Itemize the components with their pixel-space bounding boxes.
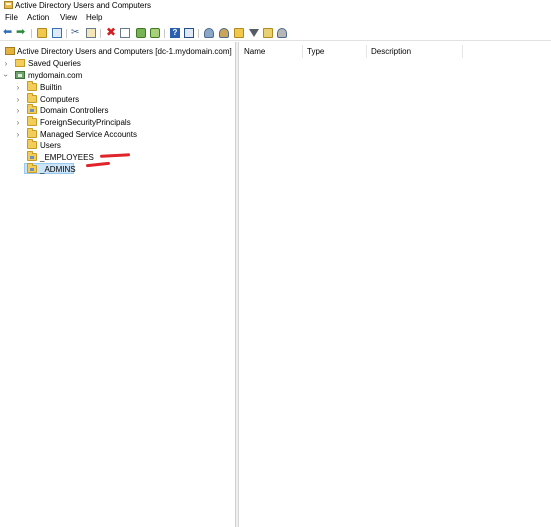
toolbar-separator [31, 29, 32, 38]
find-icon[interactable] [263, 28, 273, 38]
tree-item-managed-service-accounts[interactable]: › Managed Service Accounts [0, 128, 236, 140]
results-list[interactable]: Name Type Description [240, 42, 551, 527]
help-icon[interactable]: ? [170, 28, 180, 38]
tree-item-label: Users [40, 141, 61, 150]
tree-item-label: _ADMINS [40, 165, 76, 174]
toolbar-separator [164, 29, 165, 38]
add-to-group-icon[interactable] [277, 28, 287, 38]
copy-icon[interactable] [86, 28, 96, 38]
tree-item-builtin[interactable]: › Builtin [0, 81, 236, 93]
folder-icon [27, 116, 37, 126]
folder-icon [27, 128, 37, 138]
delete-icon[interactable]: ✖ [106, 26, 116, 38]
tree-item-label: _EMPLOYEES [40, 153, 94, 162]
folder-icon [15, 59, 25, 67]
toolbar-separator [66, 29, 67, 38]
tree-item-computers[interactable]: › Computers [0, 93, 236, 105]
menu-view[interactable]: View [60, 13, 77, 22]
tree-item-label: Computers [40, 95, 80, 104]
tree-item-label: Managed Service Accounts [40, 130, 137, 139]
column-header-description[interactable]: Description [371, 47, 411, 56]
chevron-right-icon[interactable]: › [14, 118, 22, 127]
console-icon[interactable] [184, 28, 194, 38]
tree-item-label: mydomain.com [28, 71, 83, 80]
tree-item-label: Builtin [40, 83, 62, 92]
column-divider[interactable] [302, 45, 303, 58]
show-hide-tree-icon[interactable] [52, 28, 62, 38]
domain-icon [15, 71, 25, 79]
chevron-right-icon[interactable]: › [14, 106, 22, 115]
chevron-down-icon[interactable]: › [2, 72, 11, 80]
column-header-type[interactable]: Type [307, 47, 324, 56]
export-list-icon[interactable] [150, 28, 160, 38]
tree-root-label: Active Directory Users and Computers [dc… [17, 47, 232, 56]
ad-console-icon [5, 47, 15, 55]
tree-item-domain[interactable]: › mydomain.com [0, 70, 236, 81]
pane-splitter[interactable] [236, 42, 239, 527]
cut-icon[interactable]: ✂ [71, 28, 81, 38]
toolbar-separator [198, 29, 199, 38]
chevron-right-icon[interactable]: › [14, 95, 22, 104]
refresh-icon[interactable] [136, 28, 146, 38]
ou-icon [27, 104, 37, 114]
tree-item-foreign-security-principals[interactable]: › ForeignSecurityPrincipals [0, 116, 236, 128]
tree-root[interactable]: Active Directory Users and Computers [dc… [0, 46, 236, 57]
menu-action[interactable]: Action [27, 13, 49, 22]
tree-item-admins[interactable]: _ADMINS [24, 163, 76, 174]
new-group-icon[interactable] [219, 28, 229, 38]
new-user-icon[interactable] [204, 28, 214, 38]
filter-icon[interactable] [249, 29, 259, 37]
ou-icon [27, 163, 37, 173]
tree-item-saved-queries[interactable]: › Saved Queries [0, 58, 236, 69]
menu-bar: File Action View Help [0, 13, 551, 24]
chevron-right-icon[interactable]: › [2, 59, 10, 68]
tree-item-label: ForeignSecurityPrincipals [40, 118, 131, 127]
column-divider[interactable] [462, 45, 463, 58]
folder-icon [27, 81, 37, 91]
window-title: Active Directory Users and Computers [15, 1, 152, 10]
up-folder-icon[interactable] [37, 28, 47, 38]
menu-file[interactable]: File [5, 13, 18, 22]
toolbar-separator [100, 29, 101, 38]
chevron-right-icon[interactable]: › [14, 130, 22, 139]
chevron-right-icon[interactable]: › [14, 83, 22, 92]
back-arrow-icon[interactable]: ⬅ [3, 27, 12, 38]
tree-item-domain-controllers[interactable]: › Domain Controllers [0, 104, 236, 116]
column-divider[interactable] [366, 45, 367, 58]
tree-item-label: Domain Controllers [40, 106, 109, 115]
menu-help[interactable]: Help [86, 13, 102, 22]
ad-console-icon [4, 1, 13, 9]
column-header-name[interactable]: Name [244, 47, 265, 56]
new-ou-icon[interactable] [234, 28, 244, 38]
properties-icon[interactable] [120, 28, 130, 38]
console-tree: Active Directory Users and Computers [dc… [0, 42, 236, 527]
folder-icon [27, 93, 37, 103]
ou-icon [27, 151, 37, 161]
forward-arrow-icon[interactable]: ➡ [16, 27, 25, 38]
folder-icon [27, 139, 37, 149]
toolbar: ⬅ ➡ ✂ ✖ ? [0, 26, 551, 41]
tree-item-users[interactable]: Users [0, 139, 236, 151]
tree-item-label: Saved Queries [28, 59, 81, 68]
title-bar: Active Directory Users and Computers [0, 0, 551, 12]
